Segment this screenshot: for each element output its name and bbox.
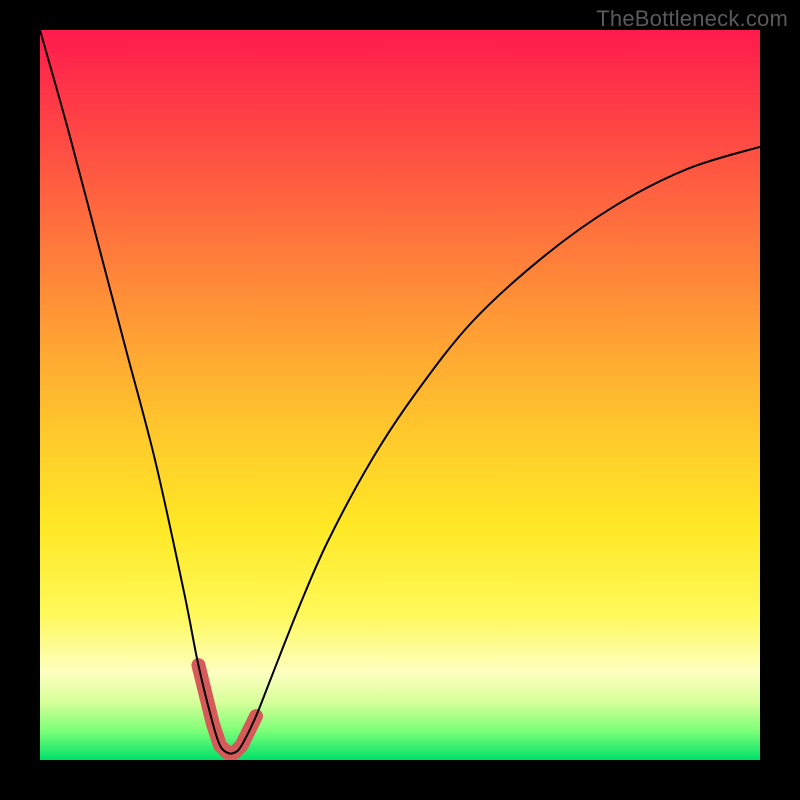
dip-marker [198, 665, 256, 753]
chart-frame: TheBottleneck.com [0, 0, 800, 800]
watermark-text: TheBottleneck.com [596, 6, 788, 32]
bottleneck-curve [40, 30, 760, 754]
plot-area [40, 30, 760, 760]
curve-svg [40, 30, 760, 760]
